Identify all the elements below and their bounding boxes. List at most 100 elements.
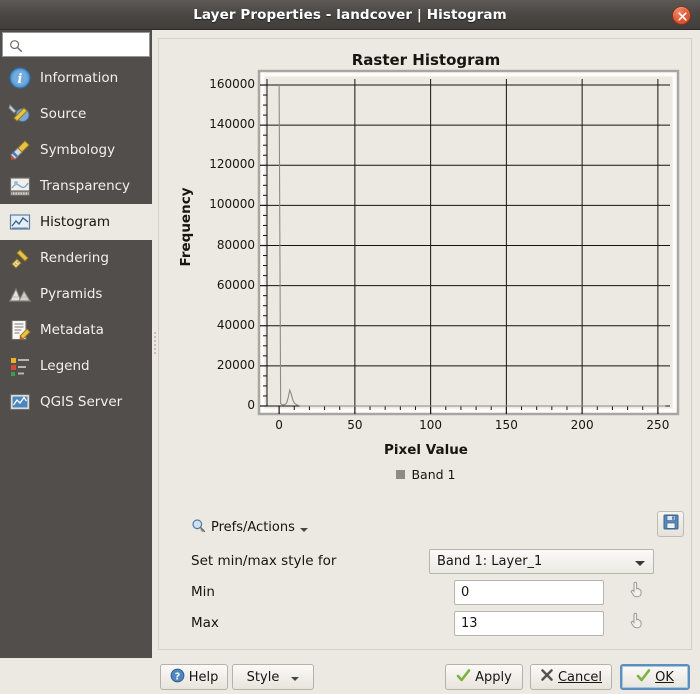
chevron-down-icon	[635, 561, 645, 566]
prefs-actions-button[interactable]: Prefs/Actions	[191, 515, 308, 539]
sidebar-item-information[interactable]: i Information	[0, 60, 152, 96]
ok-button-label: OK	[655, 670, 674, 685]
search-input[interactable]	[29, 35, 147, 54]
x-axis-tick-label: 250	[633, 418, 683, 432]
layer-properties-dialog: Layer Properties - landcover | Histogram	[0, 0, 700, 694]
min-label: Min	[191, 584, 215, 600]
legend-icon	[6, 352, 34, 380]
max-input-wrap[interactable]	[454, 611, 604, 636]
min-row: Min	[159, 576, 693, 608]
chevron-down-icon	[300, 528, 308, 532]
sidebar-item-histogram[interactable]: Histogram	[0, 204, 152, 240]
chart-x-axis-label: Pixel Value	[159, 442, 693, 458]
save-button[interactable]	[657, 511, 684, 537]
cancel-button[interactable]: Cancel	[530, 664, 612, 690]
x-axis-tick-label: 100	[406, 418, 456, 432]
x-axis-tick-label: 200	[557, 418, 607, 432]
information-icon: i	[6, 64, 34, 92]
source-icon	[6, 100, 34, 128]
apply-button-label: Apply	[475, 670, 512, 685]
cancel-button-label: Cancel	[558, 670, 602, 685]
y-axis-tick-label: 120000	[159, 157, 255, 171]
x-axis-tick-label: 50	[330, 418, 380, 432]
transparency-icon	[6, 172, 34, 200]
band-select[interactable]: Band 1: Layer_1	[429, 549, 654, 574]
check-icon	[456, 668, 471, 687]
help-question-icon: ?	[170, 668, 185, 687]
y-axis-tick-label: 140000	[159, 117, 255, 131]
max-label: Max	[191, 615, 219, 631]
band-select-value: Band 1: Layer_1	[437, 554, 542, 569]
search-icon	[9, 38, 23, 57]
symbology-icon	[6, 136, 34, 164]
style-button-label: Style	[247, 670, 280, 685]
sidebar-item-legend[interactable]: Legend	[0, 348, 152, 384]
y-axis-tick-label: 60000	[159, 278, 255, 292]
y-axis-tick-label: 80000	[159, 238, 255, 252]
y-axis-tick-label: 40000	[159, 318, 255, 332]
rendering-icon	[6, 244, 34, 272]
help-button[interactable]: ? Help	[160, 664, 228, 690]
minmax-style-label: Set min/max style for	[191, 553, 336, 569]
prefs-actions-label: Prefs/Actions	[211, 520, 295, 535]
main-panel: Raster Histogram Frequency Pixel Value B…	[158, 38, 692, 650]
help-button-label: Help	[189, 670, 219, 685]
max-pointer-hand-icon[interactable]	[627, 610, 646, 633]
chevron-down-icon	[291, 677, 299, 681]
min-pointer-hand-icon[interactable]	[627, 579, 646, 602]
min-input[interactable]	[455, 581, 603, 604]
sidebar-item-metadata[interactable]: Metadata	[0, 312, 152, 348]
x-axis-tick-label: 150	[481, 418, 531, 432]
minmax-style-row: Set min/max style for Band 1: Layer_1	[159, 545, 693, 577]
histogram-icon	[6, 208, 34, 236]
svg-text:i: i	[18, 72, 23, 87]
chart-title: Raster Histogram	[159, 51, 693, 69]
sidebar-item-rendering[interactable]: Rendering	[0, 240, 152, 276]
plot-background	[267, 79, 670, 406]
style-button[interactable]: Style	[232, 664, 314, 690]
sidebar-item-label: Metadata	[40, 322, 104, 338]
title-bar: Layer Properties - landcover | Histogram	[0, 0, 700, 30]
sidebar-item-label: Information	[40, 70, 118, 86]
metadata-icon	[6, 316, 34, 344]
pyramids-icon	[6, 280, 34, 308]
sidebar-item-label: Rendering	[40, 250, 109, 266]
qgis-server-icon	[6, 388, 34, 416]
sidebar-item-source[interactable]: Source	[0, 96, 152, 132]
save-disk-icon	[663, 514, 679, 534]
x-axis-tick-label: 0	[254, 418, 304, 432]
legend-label-band-1: Band 1	[411, 467, 455, 482]
max-input[interactable]	[455, 612, 603, 635]
sidebar: i Information Source	[0, 30, 152, 658]
sidebar-item-symbology[interactable]: Symbology	[0, 132, 152, 168]
sidebar-item-qgis-server[interactable]: QGIS Server	[0, 384, 152, 420]
sidebar-item-label: Histogram	[40, 214, 110, 230]
y-axis-tick-label: 20000	[159, 358, 255, 372]
close-glyph	[676, 10, 689, 23]
sidebar-item-label: Transparency	[40, 178, 130, 194]
sidebar-nav: i Information Source	[0, 60, 152, 420]
apply-button[interactable]: Apply	[445, 664, 523, 690]
legend-swatch-band-1	[396, 470, 405, 479]
sidebar-item-pyramids[interactable]: Pyramids	[0, 276, 152, 312]
chart-legend: Band 1	[159, 467, 693, 482]
check-icon	[636, 668, 651, 687]
sidebar-item-label: Source	[40, 106, 86, 122]
search-box[interactable]	[2, 32, 150, 57]
y-axis-tick-label: 0	[159, 398, 255, 412]
ok-button[interactable]: OK	[620, 664, 690, 690]
sidebar-item-label: Symbology	[40, 142, 115, 158]
sidebar-item-label: Pyramids	[40, 286, 102, 302]
y-axis-tick-label: 100000	[159, 197, 255, 211]
min-input-wrap[interactable]	[454, 580, 604, 605]
sidebar-item-label: Legend	[40, 358, 90, 374]
chart-y-axis-label: Frequency	[178, 172, 194, 282]
close-icon[interactable]	[672, 6, 691, 25]
sidebar-item-label: QGIS Server	[40, 394, 122, 410]
dialog-button-bar: ? Help Style Apply Cancel	[0, 658, 700, 694]
sidebar-item-transparency[interactable]: Transparency	[0, 168, 152, 204]
magnifier-prefs-icon	[191, 518, 206, 537]
svg-text:?: ?	[174, 671, 180, 682]
raster-histogram-chart: Raster Histogram Frequency Pixel Value B…	[159, 39, 693, 509]
max-row: Max	[159, 607, 693, 639]
